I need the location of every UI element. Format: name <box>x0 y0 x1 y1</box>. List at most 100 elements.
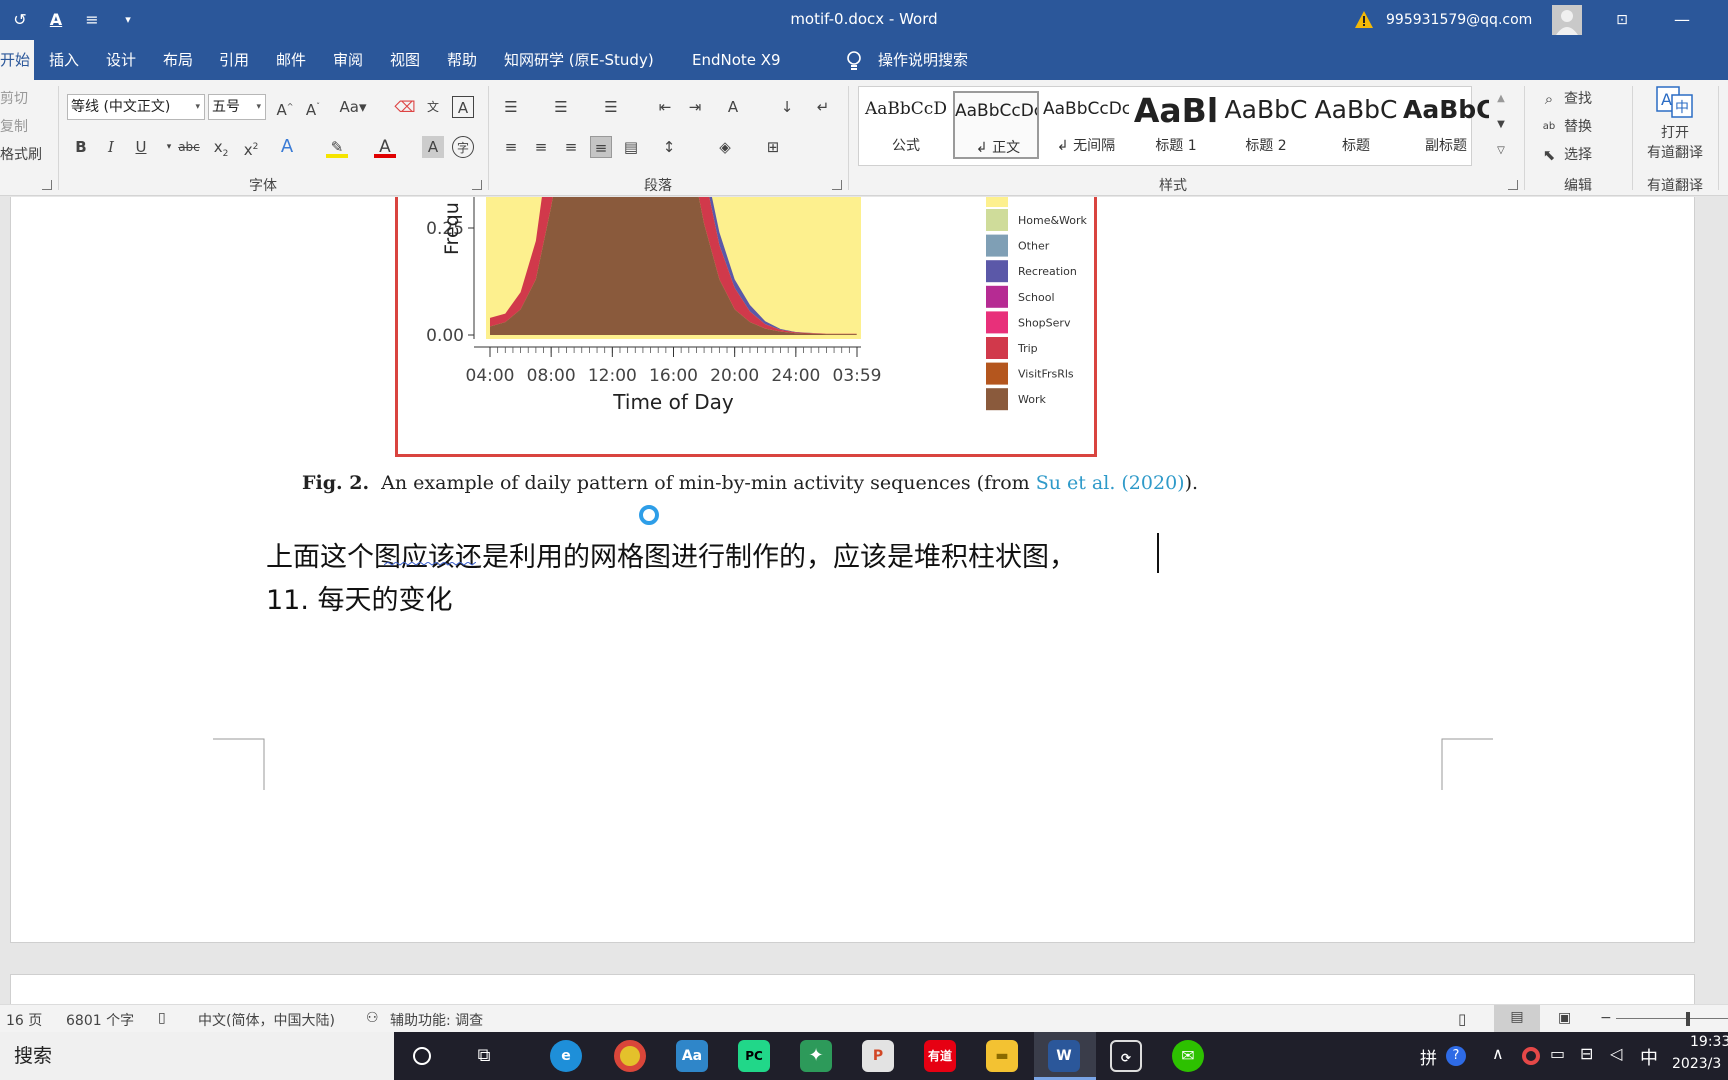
dictionary-icon[interactable]: Aa <box>676 1040 708 1072</box>
record-icon[interactable] <box>1522 1047 1540 1065</box>
underline-dropdown-icon[interactable]: ▾ <box>158 136 180 158</box>
taskbar-search[interactable]: 搜索 <box>0 1032 394 1080</box>
styles-launcher[interactable] <box>1508 180 1518 190</box>
paragraph-text[interactable]: 上面这个图应该还是利用的网格图进行制作的，应该是堆积柱状图， <box>266 535 1076 574</box>
clock-time[interactable]: 19:33 <box>1690 1034 1728 1050</box>
format-painter-button[interactable]: 格式刷 <box>0 144 42 166</box>
zoom-out-icon[interactable]: − <box>1600 1010 1612 1026</box>
cortana-icon[interactable] <box>412 1046 432 1066</box>
style-normal[interactable]: AaBbCcDc ↲ 正文 <box>953 91 1039 159</box>
find-icon[interactable]: ⌕ <box>1538 88 1560 110</box>
battery-icon[interactable]: ▭ <box>1550 1044 1565 1063</box>
network-icon[interactable]: ⊟ <box>1580 1044 1593 1063</box>
style-no-spacing[interactable]: AaBbCcDc ↲ 无间隔 <box>1043 91 1129 159</box>
grow-font-icon[interactable]: A^ <box>274 96 296 119</box>
replace-icon[interactable]: ab <box>1538 116 1560 138</box>
tab-insert[interactable]: 插入 <box>49 40 79 80</box>
bold-icon[interactable]: B <box>70 136 92 158</box>
tray-expand-icon[interactable]: ∧ <box>1492 1044 1504 1063</box>
find-button[interactable]: 查找 <box>1564 88 1592 110</box>
phonetic-guide-icon[interactable]: 文 <box>422 96 444 118</box>
highlight-icon[interactable]: ✎ <box>326 136 348 158</box>
tab-cnki[interactable]: 知网研学 (原E-Study) <box>504 40 654 80</box>
warning-icon[interactable] <box>1354 10 1374 30</box>
language-indicator[interactable]: 中文(简体，中国大陆) <box>198 1010 335 1030</box>
character-shading-icon[interactable]: A <box>422 136 444 158</box>
numbering-icon[interactable]: ☰ <box>550 96 572 118</box>
font-size-select[interactable]: 五号 ▾ <box>208 94 266 120</box>
shading-icon[interactable]: ◈ <box>714 136 736 158</box>
tell-me-search[interactable]: 操作说明搜索 <box>878 40 968 80</box>
align-left-icon[interactable]: ≡ <box>500 136 522 158</box>
account-name[interactable]: 995931579@qq.com <box>1386 8 1532 32</box>
text-effects-icon[interactable]: A <box>276 136 298 158</box>
distributed-icon[interactable]: ▤ <box>620 136 642 158</box>
edge-icon[interactable]: e <box>550 1040 582 1072</box>
borders-icon[interactable]: ⊞ <box>762 136 784 158</box>
underline-icon[interactable]: U <box>130 136 152 158</box>
style-title[interactable]: AaBbC 标题 <box>1313 91 1399 159</box>
strikethrough-icon[interactable]: abc <box>178 136 200 158</box>
tab-mailings[interactable]: 邮件 <box>276 40 306 80</box>
enclose-characters-icon[interactable]: 字 <box>452 136 474 158</box>
caption-citation-link[interactable]: Su et al. (2020) <box>1036 472 1185 494</box>
styles-more-icon[interactable]: ▽ <box>1490 140 1512 162</box>
presentation-app-icon[interactable]: P <box>862 1040 894 1072</box>
clipboard-launcher[interactable] <box>42 180 52 190</box>
font-family-select[interactable]: 等线 (中文正文) ▾ <box>67 94 205 120</box>
task-view-icon[interactable]: ⧉ <box>468 1040 500 1072</box>
font-launcher[interactable] <box>472 180 482 190</box>
list-item-text[interactable]: 11. 每天的变化 <box>266 578 453 617</box>
page-count[interactable]: 16 页 <box>6 1010 42 1030</box>
tab-review[interactable]: 审阅 <box>333 40 363 80</box>
select-button[interactable]: 选择 <box>1564 144 1592 166</box>
style-heading-1[interactable]: AaBl 标题 1 <box>1133 91 1219 159</box>
align-right-icon[interactable]: ≡ <box>560 136 582 158</box>
translate-icon[interactable]: A 中 <box>1656 86 1694 120</box>
increase-indent-icon[interactable]: ⇥ <box>684 96 706 118</box>
print-layout-icon[interactable]: ▤ <box>1494 1005 1540 1033</box>
tab-layout[interactable]: 布局 <box>163 40 193 80</box>
wechat-icon[interactable]: ✉ <box>1172 1040 1204 1072</box>
zoom-slider-thumb[interactable] <box>1686 1012 1690 1026</box>
vpn-icon[interactable]: ⟳ <box>1110 1040 1142 1072</box>
zoom-slider[interactable] <box>1616 1018 1728 1019</box>
input-language[interactable]: 中 <box>1640 1044 1658 1070</box>
tab-view[interactable]: 视图 <box>390 40 420 80</box>
style-subtitle[interactable]: AaBbC 副标题 <box>1403 91 1489 159</box>
bird-app-icon[interactable]: ✦ <box>800 1040 832 1072</box>
italic-icon[interactable]: I <box>100 136 122 158</box>
chinese-layout-icon[interactable]: A <box>722 96 744 118</box>
sort-icon[interactable]: ↓ <box>776 96 798 118</box>
tab-design[interactable]: 设计 <box>106 40 136 80</box>
font-color-icon[interactable]: A <box>374 136 396 158</box>
show-marks-icon[interactable]: ↵ <box>812 96 834 118</box>
copy-button[interactable]: 复制 <box>0 116 28 138</box>
subscript-icon[interactable]: x2 <box>210 136 232 159</box>
proofing-icon[interactable]: ▯ <box>158 1010 166 1026</box>
tab-endnote[interactable]: EndNote X9 <box>692 40 781 80</box>
justify-icon[interactable]: ≡ <box>590 136 612 158</box>
web-layout-icon[interactable]: ▣ <box>1558 1010 1571 1026</box>
word-count[interactable]: 6801 个字 <box>66 1010 134 1030</box>
read-mode-icon[interactable]: ▯ <box>1458 1010 1466 1028</box>
paragraph-launcher[interactable] <box>832 180 842 190</box>
replace-button[interactable]: 替换 <box>1564 116 1592 138</box>
open-translate-button[interactable]: 打开 <box>1634 122 1716 144</box>
clock-date[interactable]: 2023/3 <box>1672 1056 1721 1072</box>
ribbon-display-icon[interactable]: ⊡ <box>1608 6 1636 34</box>
styles-scroll-up-icon[interactable]: ▲ <box>1490 88 1512 110</box>
multilevel-list-icon[interactable]: ☰ <box>600 96 622 118</box>
style-heading-2[interactable]: AaBbC 标题 2 <box>1223 91 1309 159</box>
minimize-icon[interactable]: — <box>1668 6 1696 34</box>
align-center-icon[interactable]: ≡ <box>530 136 552 158</box>
cut-button[interactable]: 剪切 <box>0 88 28 110</box>
volume-icon[interactable]: ◁ <box>1610 1044 1622 1063</box>
bullets-icon[interactable]: ☰ <box>500 96 522 118</box>
styles-scroll-down-icon[interactable]: ▼ <box>1490 114 1512 136</box>
activity-chart[interactable]: 0.000.25Frequ04:00 08:00 12:00 16:00 20:00 24… <box>396 197 1096 455</box>
style-formula[interactable]: AaBbCcD 公式 <box>863 91 949 159</box>
tab-help[interactable]: 帮助 <box>447 40 477 80</box>
file-explorer-icon[interactable]: ▬ <box>986 1040 1018 1072</box>
tab-home[interactable]: 开始 <box>0 40 34 80</box>
